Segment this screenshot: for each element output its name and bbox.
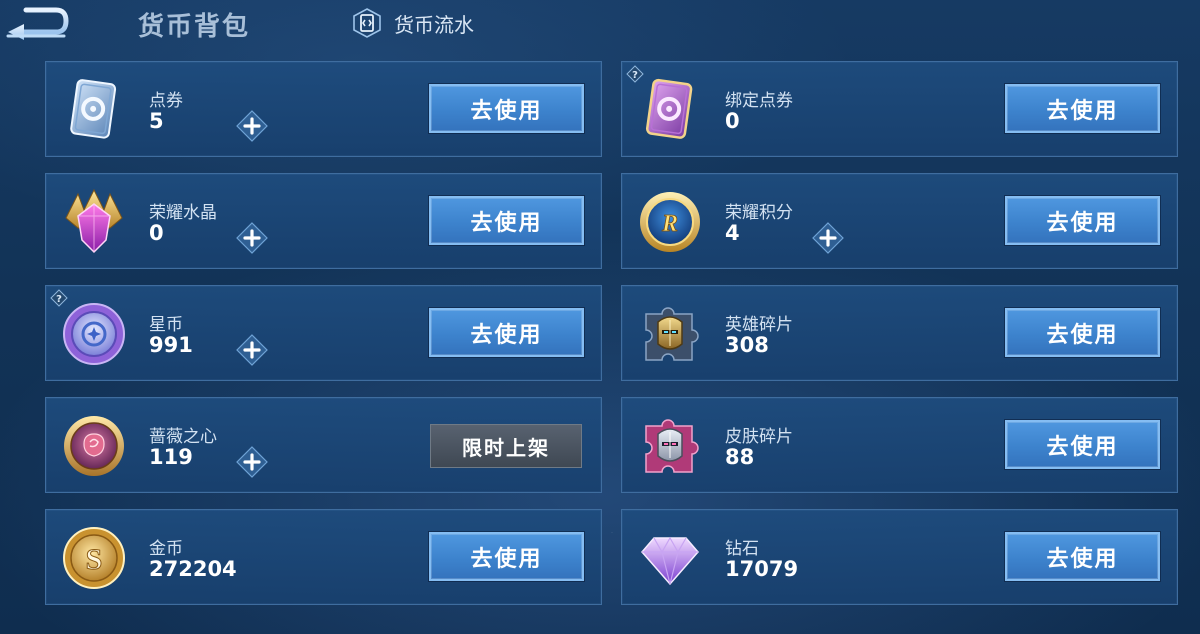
- add-glory-points-button[interactable]: [812, 222, 844, 254]
- currency-amount: 17079: [725, 557, 799, 581]
- use-button[interactable]: 去使用: [1005, 84, 1160, 133]
- currency-name: 绑定点券: [725, 91, 793, 111]
- use-button[interactable]: 去使用: [1005, 308, 1160, 357]
- use-button[interactable]: 去使用: [429, 308, 584, 357]
- currency-amount: 5: [149, 109, 164, 133]
- use-button[interactable]: 去使用: [1005, 196, 1160, 245]
- use-button[interactable]: 去使用: [1005, 420, 1160, 469]
- currency-history-link[interactable]: 货币流水: [352, 6, 474, 40]
- gold-coin-icon: S: [60, 524, 128, 592]
- hero-fragment-icon: [636, 300, 704, 368]
- skin-fragment-icon: [636, 412, 704, 480]
- currency-card-rose-heart: 蔷薇之心 119 限时上架: [45, 397, 602, 493]
- plus-icon: [236, 446, 268, 478]
- ledger-icon: [352, 8, 382, 38]
- page-title: 货币背包: [138, 12, 251, 42]
- star-coin-icon: [60, 300, 128, 368]
- add-glory-crystal-button[interactable]: [236, 222, 268, 254]
- currency-name: 荣耀积分: [725, 203, 793, 223]
- back-button[interactable]: [4, 4, 70, 40]
- currency-name: 钻石: [725, 539, 759, 559]
- currency-card-glory-crystal: 荣耀水晶 0 去使用: [45, 173, 602, 269]
- use-button[interactable]: 去使用: [429, 84, 584, 133]
- currency-amount: 88: [725, 445, 755, 469]
- diamond-icon: [636, 524, 704, 592]
- use-button[interactable]: 去使用: [429, 532, 584, 581]
- currency-card-gold-coin: S 金币 272204 去使用: [45, 509, 602, 605]
- currency-name: 荣耀水晶: [149, 203, 217, 223]
- header-bar: 货币背包 货币流水: [0, 0, 1200, 50]
- currency-card-skin-fragment: 皮肤碎片 88 去使用: [621, 397, 1178, 493]
- currency-name: 英雄碎片: [725, 315, 793, 335]
- currency-card-hero-fragment: 英雄碎片 308 去使用: [621, 285, 1178, 381]
- currency-name: 金币: [149, 539, 183, 559]
- currency-amount: 308: [725, 333, 769, 357]
- currency-name: 皮肤碎片: [725, 427, 793, 447]
- currency-amount: 4: [725, 221, 740, 245]
- glory-crystal-icon: [60, 188, 128, 256]
- currency-name: 星币: [149, 315, 183, 335]
- limited-time-badge: 限时上架: [430, 424, 582, 468]
- plus-icon: [236, 110, 268, 142]
- svg-text:R: R: [661, 211, 678, 237]
- currency-card-diamond: 钻石 17079 去使用: [621, 509, 1178, 605]
- svg-text:S: S: [86, 543, 103, 576]
- use-button[interactable]: 去使用: [429, 196, 584, 245]
- currency-card-glory-points: R 荣耀积分 4 去使用: [621, 173, 1178, 269]
- currency-amount: 119: [149, 445, 193, 469]
- currency-card-star-coin: ? 星币 991 去使用: [45, 285, 602, 381]
- currency-card-bound-coupon: ? 绑定点券 0 去使用: [621, 61, 1178, 157]
- rose-heart-icon: [60, 412, 128, 480]
- add-rose-heart-button[interactable]: [236, 446, 268, 478]
- currency-card-coupon: 点券 5 去使用: [45, 61, 602, 157]
- currency-amount: 0: [725, 109, 740, 133]
- currency-name: 点券: [149, 91, 183, 111]
- bound-coupon-icon: [636, 76, 704, 144]
- currency-amount: 272204: [149, 557, 237, 581]
- coupon-icon: [60, 76, 128, 144]
- plus-icon: [236, 334, 268, 366]
- add-star-coin-button[interactable]: [236, 334, 268, 366]
- currency-history-label: 货币流水: [394, 12, 474, 37]
- glory-points-icon: R: [636, 188, 704, 256]
- currency-amount: 0: [149, 221, 164, 245]
- back-arrow-icon: [6, 7, 69, 40]
- add-coupon-button[interactable]: [236, 110, 268, 142]
- use-button[interactable]: 去使用: [1005, 532, 1160, 581]
- plus-icon: [236, 222, 268, 254]
- plus-icon: [812, 222, 844, 254]
- currency-amount: 991: [149, 333, 193, 357]
- currency-name: 蔷薇之心: [149, 427, 217, 447]
